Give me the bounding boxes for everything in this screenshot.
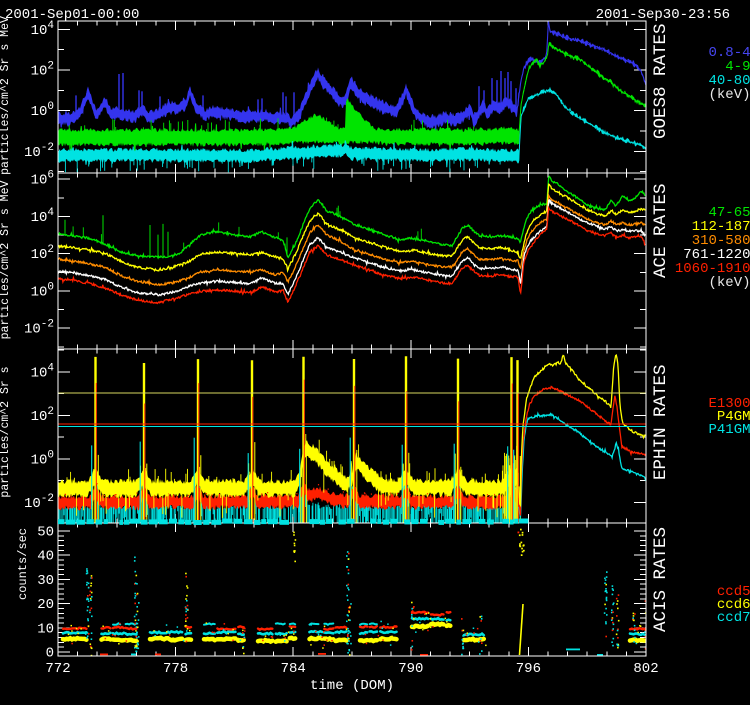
svg-text:particles/cm^2 Sr s MeV: particles/cm^2 Sr s MeV — [0, 181, 12, 340]
svg-text:ACIS RATES: ACIS RATES — [651, 527, 671, 632]
svg-text:ccd7: ccd7 — [717, 610, 750, 626]
svg-text:GOES8 RATES: GOES8 RATES — [651, 23, 671, 139]
svg-text:2001-Sep30-23:56: 2001-Sep30-23:56 — [596, 7, 730, 23]
svg-text:10: 10 — [37, 621, 54, 637]
svg-text:20: 20 — [37, 597, 54, 613]
svg-text:772: 772 — [45, 661, 70, 677]
svg-text:0: 0 — [46, 646, 54, 662]
svg-text:particles/cm^2 Sr s MeV: particles/cm^2 Sr s MeV — [0, 16, 12, 175]
svg-text:30: 30 — [37, 573, 54, 589]
svg-text:784: 784 — [281, 661, 306, 677]
svg-text:time (DOM): time (DOM) — [310, 678, 394, 694]
svg-text:EPHIN RATES: EPHIN RATES — [651, 364, 671, 480]
svg-text:778: 778 — [163, 661, 188, 677]
svg-text:2001-Sep01-00:00: 2001-Sep01-00:00 — [5, 7, 139, 23]
svg-text:counts/sec: counts/sec — [16, 528, 30, 600]
svg-text:(keV): (keV) — [708, 87, 750, 103]
svg-text:(keV): (keV) — [708, 275, 750, 291]
svg-text:790: 790 — [398, 661, 423, 677]
svg-text:particles/cm^2 Sr s: particles/cm^2 Sr s — [0, 366, 12, 497]
svg-text:50: 50 — [37, 525, 54, 541]
svg-text:40: 40 — [37, 549, 54, 565]
svg-text:802: 802 — [633, 661, 658, 677]
svg-text:796: 796 — [516, 661, 541, 677]
svg-text:P41GM: P41GM — [708, 422, 750, 438]
svg-text:ACE RATES: ACE RATES — [651, 183, 671, 278]
